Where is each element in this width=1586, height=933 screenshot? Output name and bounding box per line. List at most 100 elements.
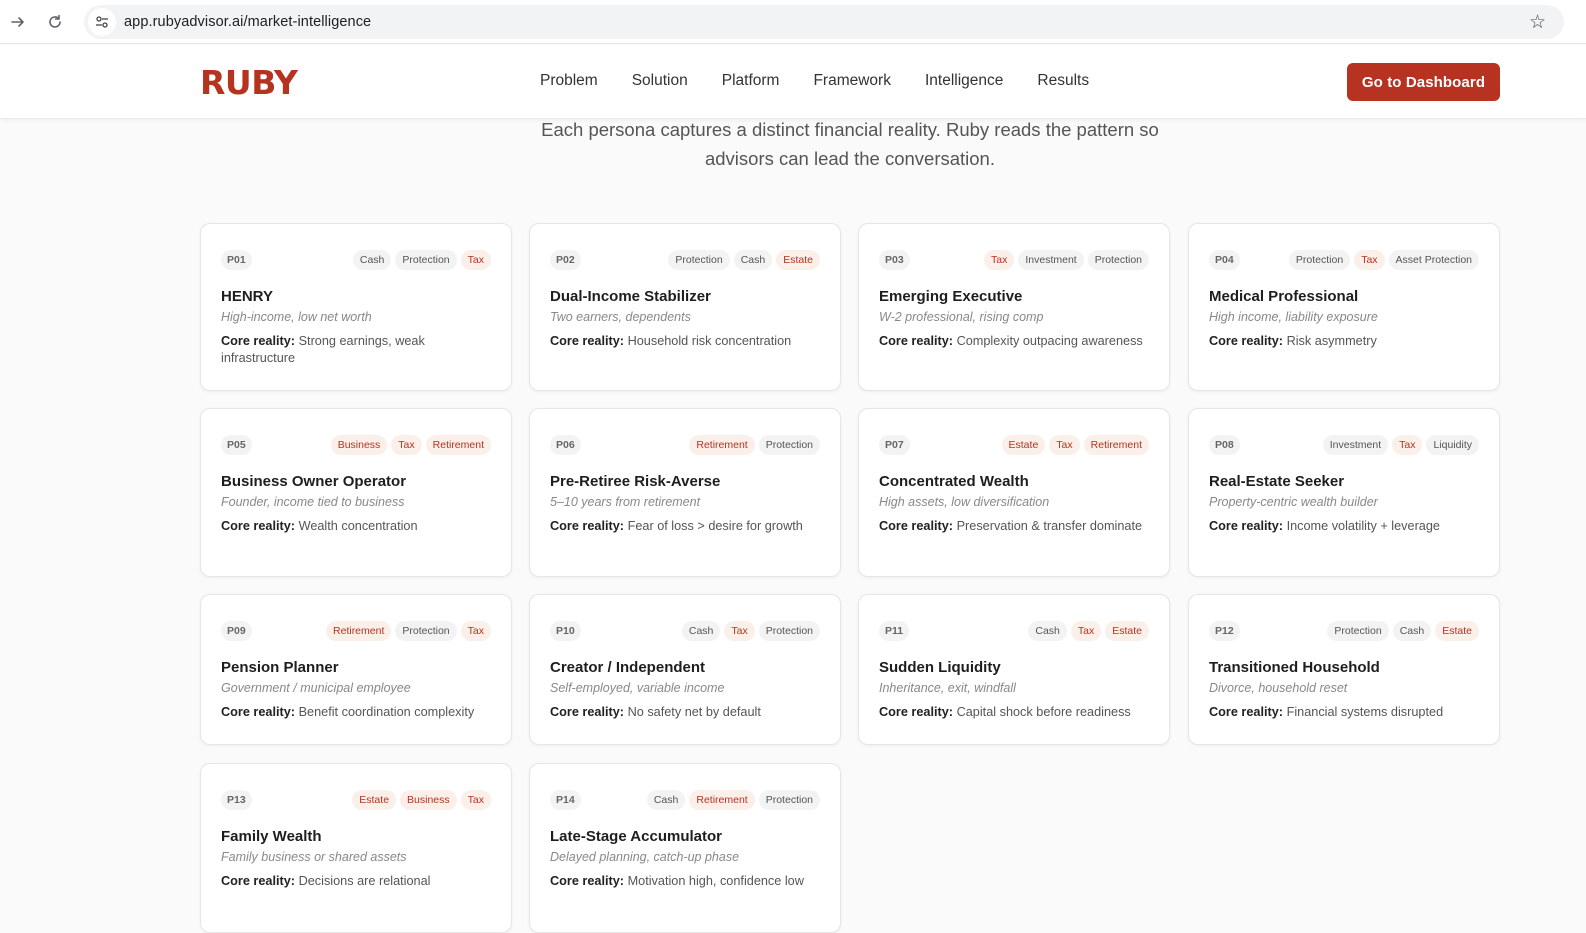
card-header: P08 Investment Tax Liquidity bbox=[1209, 434, 1479, 456]
nav-intelligence[interactable]: Intelligence bbox=[925, 72, 1003, 90]
category-tag: Tax bbox=[1049, 435, 1080, 455]
nav-framework[interactable]: Framework bbox=[813, 72, 891, 90]
category-tag: Estate bbox=[1435, 621, 1479, 641]
category-tag: Tax bbox=[1354, 250, 1385, 270]
persona-subtitle: Family business or shared assets bbox=[221, 850, 407, 864]
core-reality: Core reality: Wealth concentration bbox=[221, 518, 491, 535]
category-tag: Cash bbox=[733, 250, 773, 270]
logo[interactable]: RUBY bbox=[200, 63, 298, 102]
persona-subtitle: Two earners, dependents bbox=[550, 310, 691, 324]
persona-card[interactable]: P13 Estate Business Tax Family Wealth Family … bbox=[200, 763, 512, 933]
persona-card[interactable]: P12 Protection Cash Estate Transitioned Hous… bbox=[1188, 594, 1500, 745]
card-header: P14 Cash Retirement Protection bbox=[550, 789, 820, 811]
persona-id-badge: P09 bbox=[221, 621, 252, 641]
core-reality-label: Core reality: bbox=[550, 874, 625, 888]
category-tag: Cash bbox=[681, 621, 721, 641]
persona-title: Family Wealth bbox=[221, 828, 322, 845]
core-reality: Core reality: Preservation & transfer do… bbox=[879, 518, 1149, 535]
persona-card[interactable]: P08 Investment Tax Liquidity Real-Estate See… bbox=[1188, 408, 1500, 577]
category-tag: Cash bbox=[1392, 621, 1432, 641]
url-text[interactable]: app.rubyadvisor.ai/market-intelligence bbox=[124, 14, 371, 30]
nav-problem[interactable]: Problem bbox=[540, 72, 598, 90]
persona-subtitle: Divorce, household reset bbox=[1209, 681, 1348, 695]
persona-card[interactable]: P11 Cash Tax Estate Sudden Liquidity Inherita… bbox=[858, 594, 1170, 745]
card-header: P10 Cash Tax Protection bbox=[550, 620, 820, 642]
tag-list: Protection Cash Estate bbox=[1323, 621, 1479, 641]
category-tag: Protection bbox=[1087, 250, 1149, 270]
category-tag: Tax bbox=[1392, 435, 1423, 455]
tag-list: Retirement Protection Tax bbox=[322, 621, 491, 641]
persona-card[interactable]: P03 Tax Investment Protection Emerging Execu… bbox=[858, 223, 1170, 391]
core-reality: Core reality: Income volatility + levera… bbox=[1209, 518, 1479, 535]
category-tag: Protection bbox=[1288, 250, 1351, 270]
category-tag: Cash bbox=[646, 790, 686, 810]
address-bar[interactable]: app.rubyadvisor.ai/market-intelligence ☆ bbox=[84, 5, 1564, 39]
card-header: P13 Estate Business Tax bbox=[221, 789, 491, 811]
nav-results[interactable]: Results bbox=[1037, 72, 1089, 90]
persona-subtitle: Government / municipal employee bbox=[221, 681, 411, 695]
persona-card[interactable]: P06 Retirement Protection Pre-Retiree Risk-… bbox=[529, 408, 841, 577]
core-reality: Core reality: Household risk concentrati… bbox=[550, 333, 820, 350]
intro-text: Each persona captures a distinct financi… bbox=[480, 115, 1220, 173]
bookmark-star-icon[interactable]: ☆ bbox=[1529, 11, 1546, 34]
persona-subtitle: Founder, income tied to business bbox=[221, 495, 405, 509]
persona-card[interactable]: P10 Cash Tax Protection Creator / Independen… bbox=[529, 594, 841, 745]
core-reality: Core reality: Motivation high, confidenc… bbox=[550, 873, 820, 890]
nav-solution[interactable]: Solution bbox=[632, 72, 688, 90]
persona-card[interactable]: P05 Business Tax Retirement Business Owner O… bbox=[200, 408, 512, 577]
core-reality-text: No safety net by default bbox=[627, 705, 761, 719]
site-settings-icon[interactable] bbox=[88, 8, 116, 36]
core-reality-text: Household risk concentration bbox=[627, 334, 792, 348]
persona-subtitle: 5–10 years from retirement bbox=[550, 495, 701, 509]
persona-id-badge: P05 bbox=[221, 435, 252, 455]
core-reality-label: Core reality: bbox=[1209, 334, 1284, 348]
category-tag: Tax bbox=[724, 621, 755, 641]
category-tag: Protection bbox=[395, 250, 457, 270]
persona-title: Sudden Liquidity bbox=[879, 659, 1001, 676]
category-tag: Liquidity bbox=[1426, 435, 1479, 455]
persona-card[interactable]: P02 Protection Cash Estate Dual-Income Stabi… bbox=[529, 223, 841, 391]
tag-list: Investment Tax Liquidity bbox=[1319, 435, 1479, 455]
browser-toolbar: app.rubyadvisor.ai/market-intelligence ☆ bbox=[0, 0, 1586, 44]
persona-id-badge: P12 bbox=[1209, 621, 1240, 641]
card-header: P05 Business Tax Retirement bbox=[221, 434, 491, 456]
category-tag: Protection bbox=[1327, 621, 1389, 641]
category-tag: Estate bbox=[1105, 621, 1149, 641]
core-reality-text: Financial systems disrupted bbox=[1286, 705, 1444, 719]
persona-subtitle: High-income, low net worth bbox=[221, 310, 372, 324]
category-tag: Protection bbox=[758, 435, 820, 455]
tag-list: Retirement Protection bbox=[685, 435, 820, 455]
category-tag: Protection bbox=[395, 621, 457, 641]
category-tag: Protection bbox=[668, 250, 730, 270]
category-tag: Retirement bbox=[1083, 435, 1149, 455]
forward-icon[interactable] bbox=[6, 10, 30, 34]
reload-icon[interactable] bbox=[43, 10, 67, 34]
persona-id-badge: P03 bbox=[879, 250, 910, 270]
category-tag: Tax bbox=[460, 790, 491, 810]
core-reality-text: Income volatility + leverage bbox=[1286, 519, 1440, 533]
persona-title: Creator / Independent bbox=[550, 659, 706, 676]
core-reality-text: Complexity outpacing awareness bbox=[956, 334, 1143, 348]
category-tag: Retirement bbox=[689, 435, 755, 455]
nav-platform[interactable]: Platform bbox=[722, 72, 780, 90]
tag-list: Cash Tax Estate bbox=[1024, 621, 1149, 641]
card-header: P06 Retirement Protection bbox=[550, 434, 820, 456]
category-tag: Retirement bbox=[689, 790, 755, 810]
tag-list: Protection Tax Asset Protection bbox=[1285, 250, 1479, 270]
go-to-dashboard-button[interactable]: Go to Dashboard bbox=[1347, 63, 1500, 101]
persona-id-badge: P14 bbox=[550, 790, 581, 810]
category-tag: Tax bbox=[391, 435, 422, 455]
category-tag: Retirement bbox=[425, 435, 491, 455]
persona-card[interactable]: P01 Cash Protection Tax HENRY High-income, lo… bbox=[200, 223, 512, 391]
category-tag: Investment bbox=[1018, 250, 1084, 270]
persona-card[interactable]: P04 Protection Tax Asset Protection Medical … bbox=[1188, 223, 1500, 391]
core-reality-label: Core reality: bbox=[1209, 705, 1284, 719]
persona-id-badge: P07 bbox=[879, 435, 910, 455]
persona-card[interactable]: P09 Retirement Protection Tax Pension Planne… bbox=[200, 594, 512, 745]
persona-title: Pre-Retiree Risk-Averse bbox=[550, 473, 721, 490]
persona-card[interactable]: P07 Estate Tax Retirement Concentrated Wealt… bbox=[858, 408, 1170, 577]
intro-line-2: advisors can lead the conversation. bbox=[704, 148, 995, 169]
core-reality-label: Core reality: bbox=[221, 519, 296, 533]
core-reality-label: Core reality: bbox=[550, 334, 625, 348]
persona-card[interactable]: P14 Cash Retirement Protection Late-Stage Ac… bbox=[529, 763, 841, 933]
